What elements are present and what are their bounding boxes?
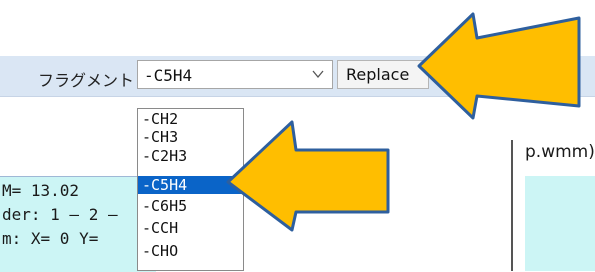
chevron-down-icon[interactable] [312,69,324,79]
arrow-left-icon [226,120,390,232]
dropdown-option-cho[interactable]: -CHO [138,242,243,260]
file-name-label: p.wmm) [525,142,595,162]
mass-line: M= 13.02 [2,181,80,200]
position-line: m: X= 0 Y= [2,229,99,248]
fragment-label: フラグメント [38,71,135,90]
right-panel [525,176,595,271]
fragment-combobox[interactable]: -C5H4 [137,60,333,89]
combobox-value: -C5H4 [144,66,193,85]
molecule-info-panel: M= 13.02 der: 1 – 2 – m: X= 0 Y= [0,176,156,272]
arrow-left-icon [417,12,581,120]
scrollbar[interactable] [511,140,513,271]
order-line: der: 1 – 2 – [2,205,118,224]
